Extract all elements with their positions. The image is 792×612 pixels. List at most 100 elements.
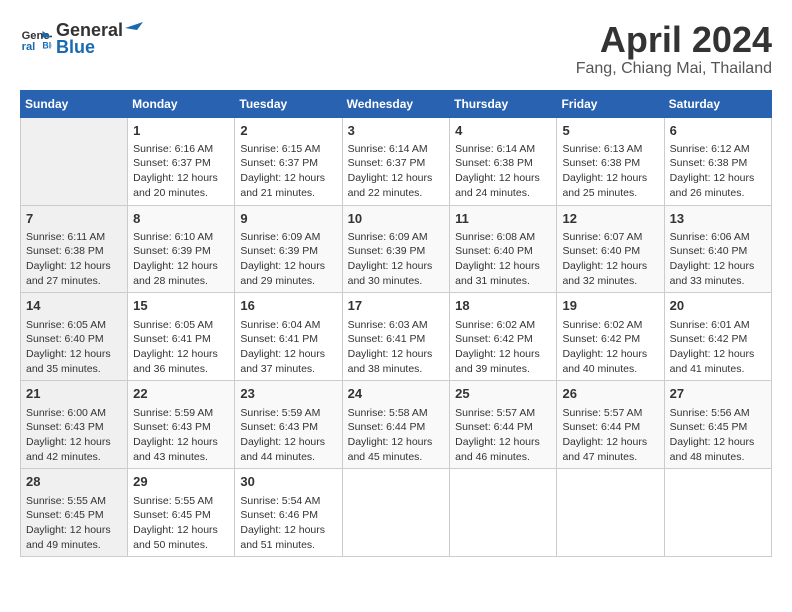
day-cell [342,469,450,557]
month-title: April 2024 [576,20,772,60]
day-number: 25 [455,385,551,403]
header-day-saturday: Saturday [664,90,771,117]
day-cell: 8 Sunrise: 6:10 AM Sunset: 6:39 PM Daylig… [128,205,235,293]
day-number: 11 [455,210,551,228]
day-number: 5 [562,122,658,140]
header-day-thursday: Thursday [450,90,557,117]
day-cell [450,469,557,557]
week-row-0: 1Sunrise: 6:16 AM Sunset: 6:37 PM Daylig… [21,117,772,205]
day-number: 22 [133,385,229,403]
logo-bird-icon [125,20,143,36]
calendar-table: SundayMondayTuesdayWednesdayThursdayFrid… [20,90,772,558]
day-number: 16 [240,297,336,315]
day-cell: 19Sunrise: 6:02 AM Sunset: 6:42 PM Dayli… [557,293,664,381]
day-cell: 9 Sunrise: 6:09 AM Sunset: 6:39 PM Daylig… [235,205,342,293]
day-number: 24 [348,385,445,403]
day-cell: 4 Sunrise: 6:14 AM Sunset: 6:38 PM Daylig… [450,117,557,205]
week-row-2: 14 Sunrise: 6:05 AM Sunset: 6:40 PM Dayli… [21,293,772,381]
title-area: April 2024 Fang, Chiang Mai, Thailand [576,20,772,78]
header-day-friday: Friday [557,90,664,117]
day-cell: 21 Sunrise: 6:00 AM Sunset: 6:43 PM Dayli… [21,381,128,469]
day-info: Sunrise: 6:07 AM Sunset: 6:40 PM Dayligh… [562,230,658,289]
day-cell: 6 Sunrise: 6:12 AM Sunset: 6:38 PM Daylig… [664,117,771,205]
day-info: Sunrise: 6:14 AM Sunset: 6:37 PM Dayligh… [348,142,445,201]
day-info: Sunrise: 6:11 AM Sunset: 6:38 PM Dayligh… [26,230,122,289]
day-cell: 3Sunrise: 6:14 AM Sunset: 6:37 PM Daylig… [342,117,450,205]
day-number: 17 [348,297,445,315]
day-info: Sunrise: 6:05 AM Sunset: 6:41 PM Dayligh… [133,318,229,377]
day-cell: 15 Sunrise: 6:05 AM Sunset: 6:41 PM Dayli… [128,293,235,381]
day-cell: 13 Sunrise: 6:06 AM Sunset: 6:40 PM Dayli… [664,205,771,293]
day-info: Sunrise: 6:09 AM Sunset: 6:39 PM Dayligh… [240,230,336,289]
day-info: Sunrise: 6:15 AM Sunset: 6:37 PM Dayligh… [240,142,336,201]
header-day-wednesday: Wednesday [342,90,450,117]
logo: Gene- ral Blue General Blue [20,20,143,58]
day-number: 21 [26,385,122,403]
day-info: Sunrise: 6:14 AM Sunset: 6:38 PM Dayligh… [455,142,551,201]
day-cell: 22 Sunrise: 5:59 AM Sunset: 6:43 PM Dayli… [128,381,235,469]
day-number: 27 [670,385,766,403]
day-info: Sunrise: 6:01 AM Sunset: 6:42 PM Dayligh… [670,318,766,377]
day-number: 14 [26,297,122,315]
day-info: Sunrise: 5:57 AM Sunset: 6:44 PM Dayligh… [455,406,551,465]
day-info: Sunrise: 6:05 AM Sunset: 6:40 PM Dayligh… [26,318,122,377]
day-cell: 14 Sunrise: 6:05 AM Sunset: 6:40 PM Dayli… [21,293,128,381]
day-info: Sunrise: 6:12 AM Sunset: 6:38 PM Dayligh… [670,142,766,201]
day-cell: 17 Sunrise: 6:03 AM Sunset: 6:41 PM Dayli… [342,293,450,381]
day-cell: 28Sunrise: 5:55 AM Sunset: 6:45 PM Dayli… [21,469,128,557]
day-number: 4 [455,122,551,140]
svg-text:ral: ral [22,41,36,53]
header-day-tuesday: Tuesday [235,90,342,117]
week-row-4: 28Sunrise: 5:55 AM Sunset: 6:45 PM Dayli… [21,469,772,557]
day-number: 13 [670,210,766,228]
day-cell: 16 Sunrise: 6:04 AM Sunset: 6:41 PM Dayli… [235,293,342,381]
header-day-sunday: Sunday [21,90,128,117]
day-number: 9 [240,210,336,228]
day-info: Sunrise: 6:10 AM Sunset: 6:39 PM Dayligh… [133,230,229,289]
day-info: Sunrise: 5:59 AM Sunset: 6:43 PM Dayligh… [240,406,336,465]
day-cell [664,469,771,557]
day-cell: 24Sunrise: 5:58 AM Sunset: 6:44 PM Dayli… [342,381,450,469]
day-number: 18 [455,297,551,315]
calendar-body: 1Sunrise: 6:16 AM Sunset: 6:37 PM Daylig… [21,117,772,557]
day-number: 30 [240,473,336,491]
day-cell: 25 Sunrise: 5:57 AM Sunset: 6:44 PM Dayli… [450,381,557,469]
header-day-monday: Monday [128,90,235,117]
day-cell [21,117,128,205]
day-cell: 5Sunrise: 6:13 AM Sunset: 6:38 PM Daylig… [557,117,664,205]
day-cell: 12Sunrise: 6:07 AM Sunset: 6:40 PM Dayli… [557,205,664,293]
day-cell: 20Sunrise: 6:01 AM Sunset: 6:42 PM Dayli… [664,293,771,381]
day-info: Sunrise: 5:57 AM Sunset: 6:44 PM Dayligh… [562,406,658,465]
logo-icon: Gene- ral Blue [20,23,52,55]
day-cell: 23 Sunrise: 5:59 AM Sunset: 6:43 PM Dayli… [235,381,342,469]
day-info: Sunrise: 5:55 AM Sunset: 6:45 PM Dayligh… [26,494,122,553]
day-info: Sunrise: 5:56 AM Sunset: 6:45 PM Dayligh… [670,406,766,465]
header: Gene- ral Blue General Blue April 2024 F… [20,20,772,78]
svg-text:Blue: Blue [42,41,52,51]
day-cell: 29Sunrise: 5:55 AM Sunset: 6:45 PM Dayli… [128,469,235,557]
day-info: Sunrise: 6:00 AM Sunset: 6:43 PM Dayligh… [26,406,122,465]
day-cell: 27 Sunrise: 5:56 AM Sunset: 6:45 PM Dayli… [664,381,771,469]
day-info: Sunrise: 6:02 AM Sunset: 6:42 PM Dayligh… [455,318,551,377]
day-number: 6 [670,122,766,140]
day-info: Sunrise: 6:09 AM Sunset: 6:39 PM Dayligh… [348,230,445,289]
day-number: 2 [240,122,336,140]
day-info: Sunrise: 5:59 AM Sunset: 6:43 PM Dayligh… [133,406,229,465]
day-number: 8 [133,210,229,228]
day-cell: 26Sunrise: 5:57 AM Sunset: 6:44 PM Dayli… [557,381,664,469]
day-info: Sunrise: 6:06 AM Sunset: 6:40 PM Dayligh… [670,230,766,289]
day-number: 23 [240,385,336,403]
week-row-1: 7 Sunrise: 6:11 AM Sunset: 6:38 PM Daylig… [21,205,772,293]
day-info: Sunrise: 6:03 AM Sunset: 6:41 PM Dayligh… [348,318,445,377]
day-number: 1 [133,122,229,140]
day-info: Sunrise: 6:02 AM Sunset: 6:42 PM Dayligh… [562,318,658,377]
day-info: Sunrise: 6:04 AM Sunset: 6:41 PM Dayligh… [240,318,336,377]
day-cell: 11Sunrise: 6:08 AM Sunset: 6:40 PM Dayli… [450,205,557,293]
day-cell: 1Sunrise: 6:16 AM Sunset: 6:37 PM Daylig… [128,117,235,205]
day-info: Sunrise: 5:54 AM Sunset: 6:46 PM Dayligh… [240,494,336,553]
day-number: 7 [26,210,122,228]
calendar-header-row: SundayMondayTuesdayWednesdayThursdayFrid… [21,90,772,117]
day-number: 15 [133,297,229,315]
day-cell: 2 Sunrise: 6:15 AM Sunset: 6:37 PM Daylig… [235,117,342,205]
day-cell: 30 Sunrise: 5:54 AM Sunset: 6:46 PM Dayli… [235,469,342,557]
